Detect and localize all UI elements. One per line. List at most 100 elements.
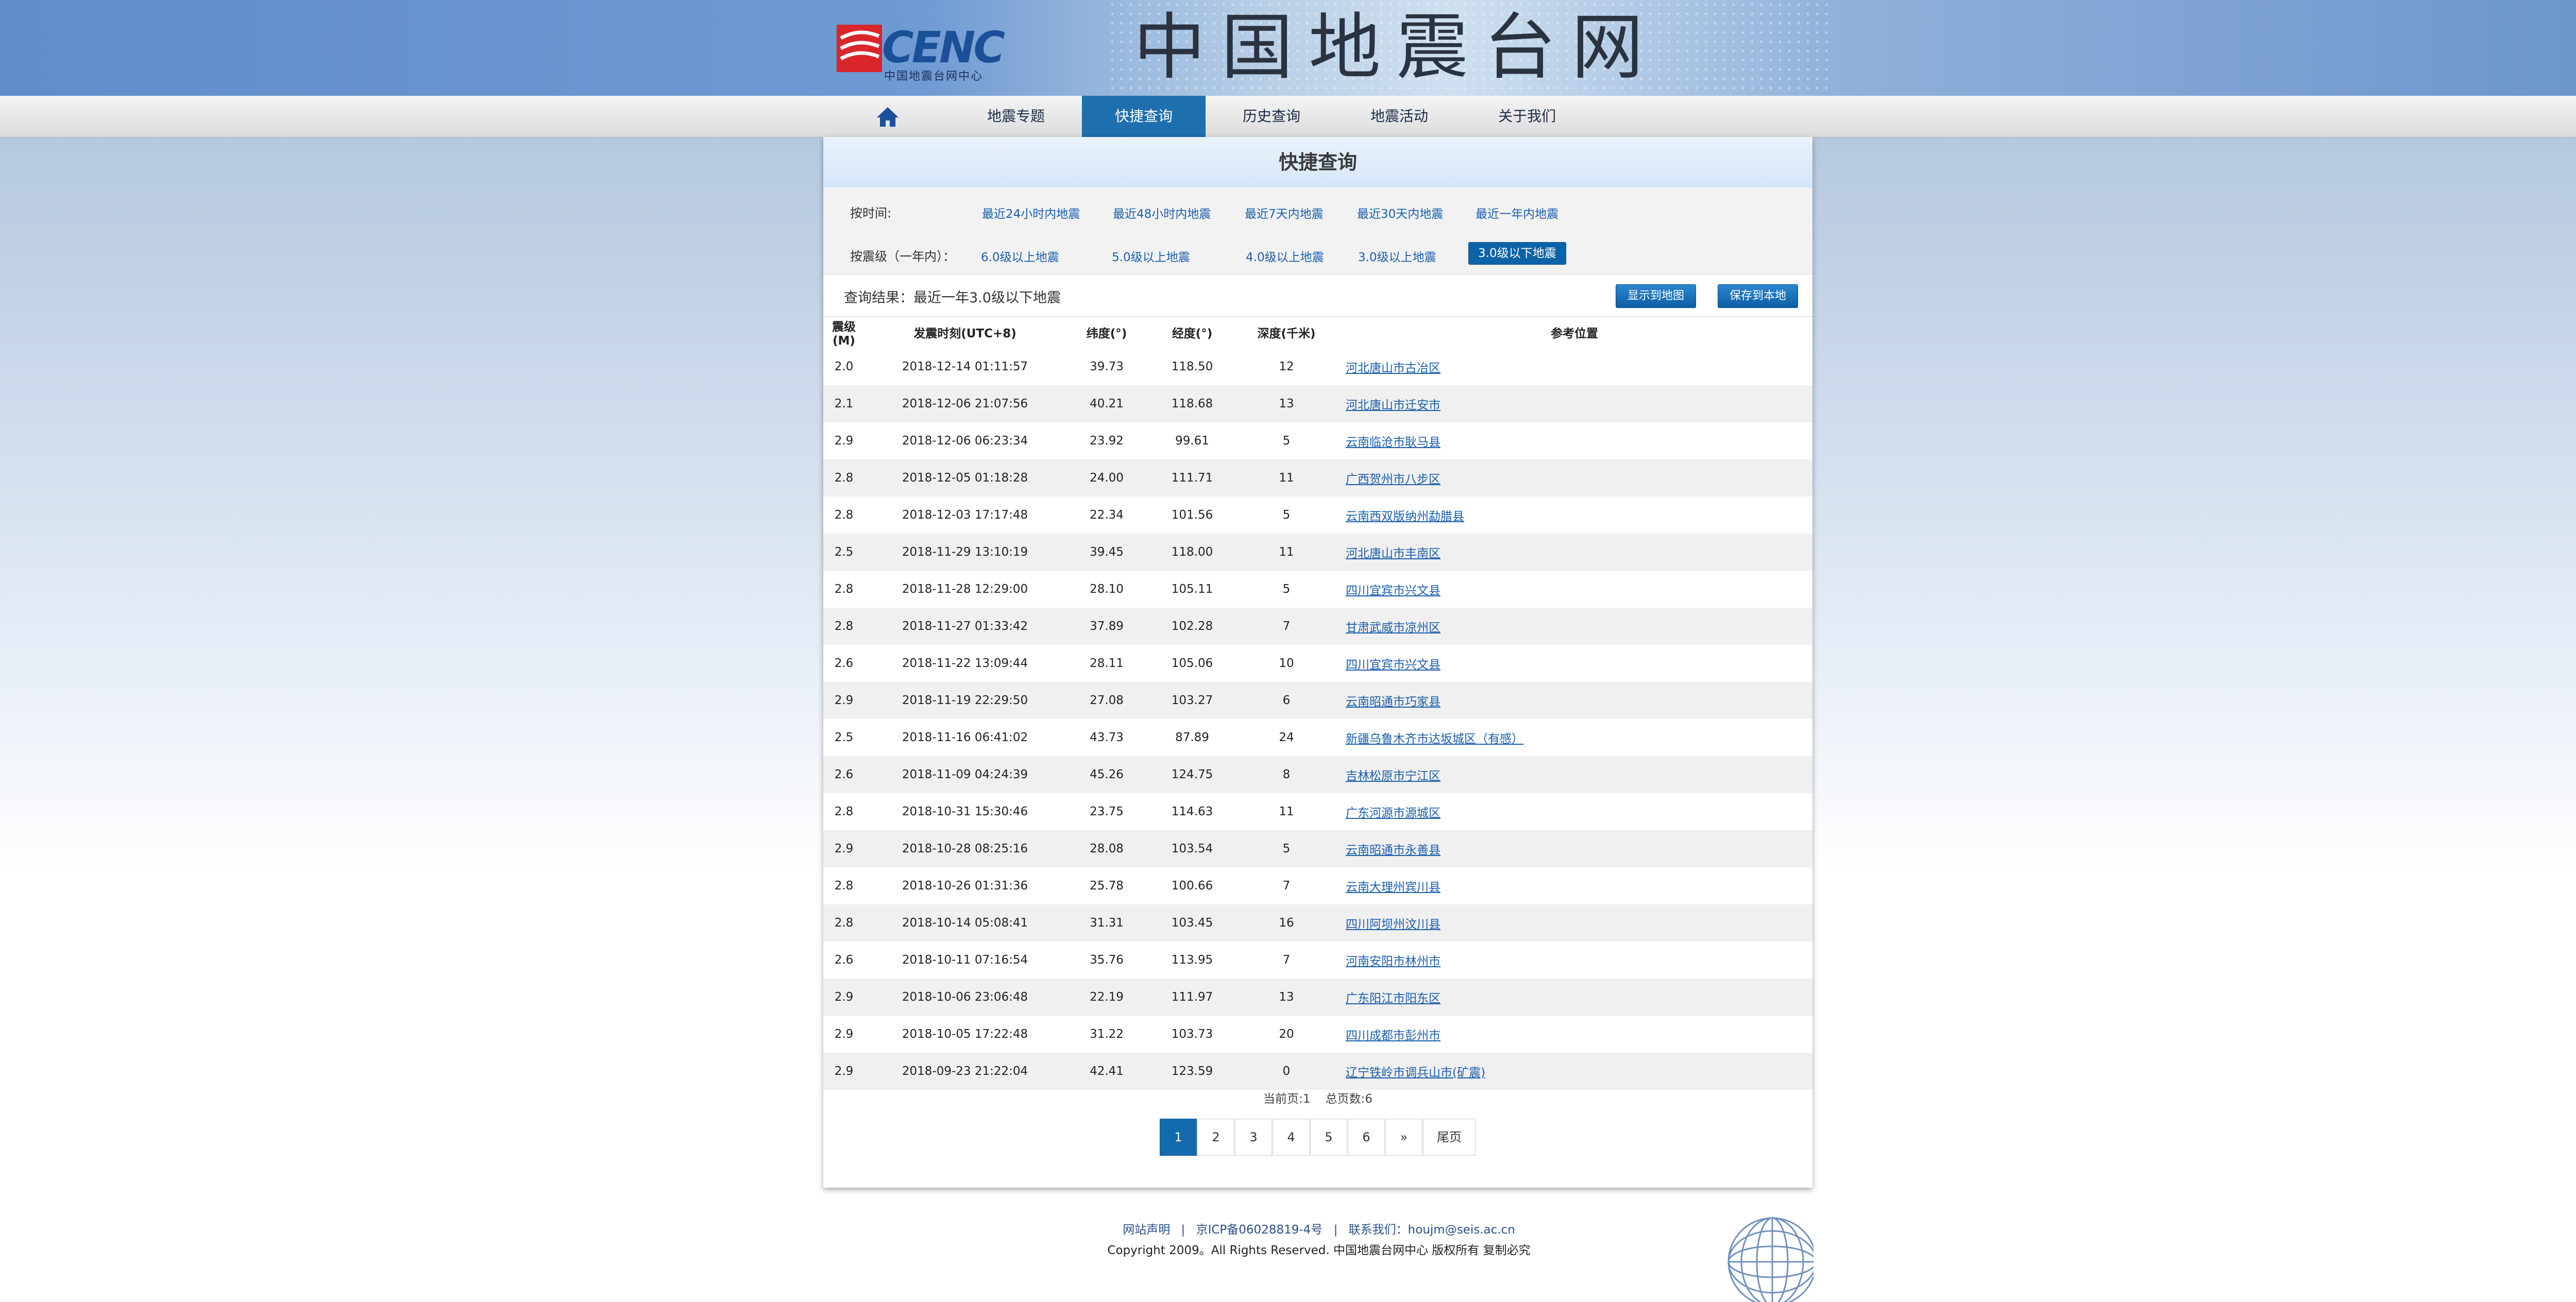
nav-item-quake-topics[interactable]: 地震专题	[954, 96, 1078, 137]
location-link[interactable]: 河北唐山市古冶区	[1346, 362, 1440, 375]
cell-latitude: 25.78	[1090, 879, 1124, 893]
footer-contact-link[interactable]: 联系我们：houjm@seis.ac.cn	[1349, 1223, 1515, 1237]
filter-48h[interactable]: 最近48小时内地震	[1113, 204, 1211, 221]
cell-depth: 13	[1236, 385, 1336, 422]
page-4-button[interactable]: 4	[1273, 1119, 1310, 1156]
cell-longitude: 118.68	[1148, 385, 1236, 422]
nav-item-history-query[interactable]: 历史查询	[1210, 96, 1333, 137]
col-longitude: 经度(°)	[1172, 327, 1213, 340]
footer-links: 网站声明 | 京ICP备06028819-4号 | 联系我们：houjm@sei…	[0, 1220, 2576, 1240]
footer-icp-link[interactable]: 京ICP备06028819-4号	[1196, 1223, 1323, 1237]
cell-longitude: 103.45	[1148, 904, 1236, 941]
filter-mag-5[interactable]: 5.0级以上地震	[1112, 247, 1190, 265]
nav-item-quake-activity[interactable]: 地震活动	[1337, 96, 1461, 137]
location-link[interactable]: 广西贺州市八步区	[1346, 473, 1440, 486]
filter-7d[interactable]: 最近7天内地震	[1245, 204, 1324, 221]
cell-time: 2018-11-29 13:10:19	[865, 534, 1065, 571]
location-link[interactable]: 河北唐山市迁安市	[1346, 399, 1440, 412]
page-3-button[interactable]: 3	[1235, 1119, 1272, 1156]
cell-latitude: 23.92	[1090, 434, 1124, 448]
page-1-button[interactable]: 1	[1160, 1119, 1197, 1156]
filter-mag-6[interactable]: 6.0级以上地震	[981, 247, 1059, 265]
filter-mag-below-3[interactable]: 3.0级以下地震	[1468, 242, 1566, 265]
nav-item-quick-query[interactable]: 快捷查询	[1082, 96, 1206, 137]
home-icon[interactable]	[876, 106, 900, 128]
cell-depth: 12	[1279, 360, 1294, 373]
globe-icon	[1727, 1217, 1814, 1302]
location-link[interactable]: 河南安阳市林州市	[1346, 955, 1440, 968]
cell-depth: 13	[1236, 979, 1336, 1016]
cell-location: 四川宜宾市兴文县	[1336, 571, 1812, 608]
cell-longitude: 103.73	[1171, 1027, 1213, 1041]
filter-mag-3[interactable]: 3.0级以上地震	[1358, 247, 1436, 265]
location-link[interactable]: 云南昭通市巧家县	[1346, 695, 1440, 709]
location-link[interactable]: 四川宜宾市兴文县	[1346, 658, 1440, 672]
table-row: 2.9 2018-10-06 23:06:48 22.19 111.97 13 广东阳江市…	[823, 979, 1812, 1016]
cell-location: 甘肃武威市凉州区	[1336, 608, 1812, 645]
cell-latitude: 31.31	[1065, 904, 1148, 941]
location-link[interactable]: 云南大理州宾川县	[1346, 881, 1440, 894]
location-link[interactable]: 广东河源市源城区	[1346, 807, 1440, 820]
nav-item-about-us[interactable]: 关于我们	[1465, 96, 1589, 137]
page-2-button[interactable]: 2	[1197, 1119, 1234, 1156]
location-link[interactable]: 广东阳江市阳东区	[1346, 992, 1440, 1005]
cell-longitude: 124.75	[1148, 756, 1236, 793]
cell-longitude: 118.50	[1171, 360, 1213, 373]
location-link[interactable]: 四川阿坝州汶川县	[1346, 918, 1440, 931]
footer-copyright: Copyright 2009。All Rights Reserved. 中国地震…	[1107, 1244, 1531, 1257]
location-link[interactable]: 云南西双版纳州勐腊县	[1346, 510, 1464, 523]
cell-location: 云南昭通市巧家县	[1336, 682, 1812, 719]
show-on-map-button[interactable]: 显示到地图	[1616, 284, 1697, 308]
cell-magnitude: 2.9	[823, 830, 865, 867]
location-link[interactable]: 云南昭通市永善县	[1346, 844, 1440, 857]
cenc-logo[interactable]: CENC 中国地震台网中心	[837, 25, 1017, 83]
filter-24h[interactable]: 最近24小时内地震	[982, 204, 1080, 221]
cell-longitude: 103.27	[1148, 682, 1236, 719]
cell-time: 2018-10-06 23:06:48	[865, 979, 1065, 1016]
filter-mag-4[interactable]: 4.0级以上地震	[1246, 247, 1324, 265]
filter-30d[interactable]: 最近30天内地震	[1357, 204, 1443, 221]
cell-depth: 16	[1236, 904, 1336, 941]
cell-depth: 6	[1236, 682, 1336, 719]
cell-depth: 5	[1282, 583, 1291, 596]
col-depth: 深度(千米)	[1257, 327, 1316, 340]
location-link[interactable]: 新疆乌鲁木齐市达坂城区（有感）	[1346, 732, 1523, 746]
footer-statement-link[interactable]: 网站声明	[1123, 1223, 1170, 1237]
cell-latitude: 28.08	[1065, 830, 1148, 867]
location-link[interactable]: 四川成都市彭州市	[1346, 1029, 1440, 1042]
last-page-button[interactable]: 尾页	[1423, 1119, 1476, 1156]
location-link[interactable]: 四川宜宾市兴文县	[1346, 584, 1440, 597]
panel-title: 快捷查询	[823, 137, 1812, 187]
page-5-button[interactable]: 5	[1310, 1119, 1347, 1156]
cell-time: 2018-11-28 12:29:00	[902, 583, 1028, 596]
col-time: 发震时刻(UTC+8)	[913, 327, 1016, 340]
cell-time: 2018-11-27 01:33:42	[865, 608, 1065, 645]
cell-longitude: 101.56	[1171, 508, 1213, 522]
main-nav: 地震专题 快捷查询 历史查询 地震活动 关于我们	[0, 96, 2576, 138]
cell-depth: 7	[1282, 953, 1291, 967]
filter-1y[interactable]: 最近一年内地震	[1476, 204, 1558, 221]
cell-magnitude: 2.8	[823, 459, 865, 496]
site-footer: 网站声明 | 京ICP备06028819-4号 | 联系我们：houjm@sei…	[0, 1220, 2576, 1261]
cell-longitude: 105.11	[1171, 583, 1213, 596]
cell-time: 2018-12-14 01:11:57	[902, 360, 1028, 373]
next-page-button[interactable]: »	[1385, 1119, 1422, 1156]
col-magnitude: 震级(M)	[832, 320, 856, 348]
cell-longitude: 111.97	[1148, 979, 1236, 1016]
cell-magnitude: 2.5	[823, 534, 865, 571]
location-link[interactable]: 甘肃武威市凉州区	[1346, 621, 1440, 635]
table-row: 2.8 2018-10-26 01:31:36 25.78 100.66 7 云南大理州宾…	[823, 867, 1812, 904]
page-6-button[interactable]: 6	[1348, 1119, 1385, 1156]
location-link[interactable]: 辽宁铁岭市调兵山市(矿震)	[1346, 1066, 1485, 1080]
location-link[interactable]: 云南临沧市耿马县	[1346, 436, 1440, 449]
site-title: 中国地震台网	[1133, 6, 1659, 90]
save-local-button[interactable]: 保存到本地	[1718, 284, 1799, 308]
cell-longitude: 118.00	[1148, 534, 1236, 571]
cell-longitude: 87.89	[1175, 731, 1209, 744]
cell-magnitude: 2.8	[834, 583, 854, 596]
cell-longitude: 123.59	[1148, 1053, 1236, 1090]
cell-location: 四川成都市彭州市	[1336, 1016, 1812, 1053]
location-link[interactable]: 河北唐山市丰南区	[1346, 547, 1440, 560]
location-link[interactable]: 吉林松原市宁江区	[1346, 769, 1440, 783]
cell-location: 辽宁铁岭市调兵山市(矿震)	[1336, 1053, 1812, 1090]
